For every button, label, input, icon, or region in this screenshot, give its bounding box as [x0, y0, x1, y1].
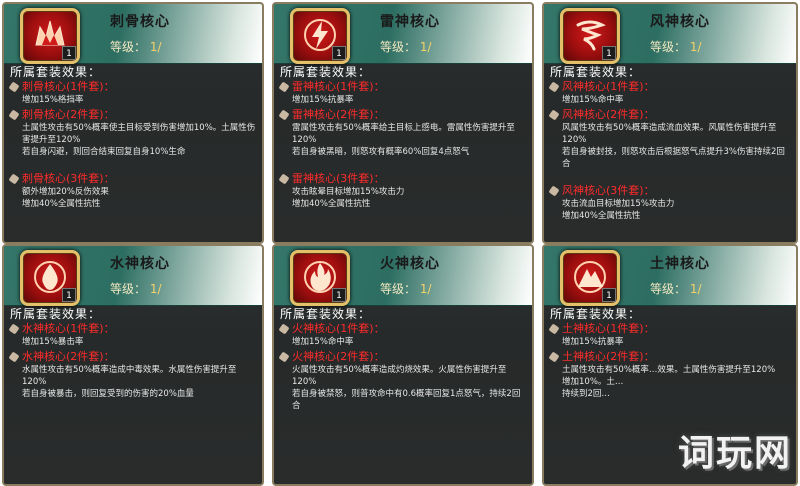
- core-name: 刺骨核心: [110, 14, 170, 30]
- set-desc: 增加15%格挡率: [22, 95, 84, 105]
- set-2: 土神核心(2件套)： 土属性攻击有50%概率…效果。土属性伤害提升至120% 增…: [550, 350, 792, 400]
- core-icon-button[interactable]: 1: [560, 250, 620, 306]
- core-name: 土神核心: [650, 256, 710, 272]
- set-desc: 额外增加20%反伤效果 增加40%全属性抗性: [22, 187, 109, 209]
- core-name: 火神核心: [380, 256, 440, 272]
- set-title: 雷神核心(1件套)：: [280, 80, 528, 94]
- set-title: 土神核心(2件套)：: [550, 350, 792, 364]
- set-title: 雷神核心(2件套)：: [280, 108, 528, 122]
- item-count-badge: 1: [602, 46, 616, 60]
- core-name: 风神核心: [650, 14, 710, 30]
- level-label: 等级：: [650, 40, 687, 54]
- level-row: 等级： 1/: [380, 280, 432, 297]
- set-2: 雷神核心(2件套)： 雷属性攻击有50%概率给主目标上感电。雷属性伤害提升至12…: [280, 108, 528, 158]
- set-effects: 所属套装效果： 火神核心(1件套)： 增加15%命中率 火神核心(2件套)： 火…: [280, 308, 528, 482]
- core-icon-button[interactable]: 1: [560, 8, 620, 64]
- level-value: 1/: [149, 40, 162, 54]
- section-title: 所属套装效果：: [280, 65, 372, 79]
- core-icon-button[interactable]: 1: [20, 250, 80, 306]
- item-count-badge: 1: [602, 288, 616, 302]
- section-title: 所属套装效果：: [550, 65, 642, 79]
- section-title: 所属套装效果：: [10, 65, 102, 79]
- set-title: 刺骨核心(2件套)：: [10, 108, 258, 122]
- set-desc: 火属性攻击有50%概率造成灼烧效果。火属性伤害提升至120% 若自身被禁怒，则普…: [292, 365, 521, 411]
- level-row: 等级： 1/: [650, 280, 702, 297]
- set-desc: 土属性攻击有50%概率…效果。土属性伤害提升至120% 增加10%。土… 持续到…: [562, 365, 776, 399]
- set-1: 土神核心(1件套)： 增加15%抗暴率: [550, 322, 792, 348]
- set-title: 风神核心(2件套)：: [550, 108, 792, 122]
- set-1: 火神核心(1件套)： 增加15%命中率: [280, 322, 528, 348]
- set-effects: 所属套装效果： 风神核心(1件套)： 增加15%命中率 风神核心(2件套)： 风…: [550, 66, 792, 240]
- section-title: 所属套装效果：: [550, 307, 642, 321]
- set-2: 刺骨核心(2件套)： 土属性攻击有50%概率使主目标受到伤害增加10%。土属性伤…: [10, 108, 258, 158]
- set-title: 水神核心(1件套)：: [10, 322, 258, 336]
- set-1: 雷神核心(1件套)： 增加15%抗暴率: [280, 80, 528, 106]
- set-desc: 风属性攻击有50%概率造成流血效果。风属性伤害提升至120% 若自身被封技，则怒…: [562, 123, 785, 169]
- set-desc: 土属性攻击有50%概率使主目标受到伤害增加10%。土属性伤害提升至120% 若自…: [22, 123, 256, 157]
- level-row: 等级： 1/: [650, 38, 702, 55]
- set-desc: 攻击眩晕目标增加15%攻击力 增加40%全属性抗性: [292, 187, 405, 209]
- set-2: 火神核心(2件套)： 火属性攻击有50%概率造成灼烧效果。火属性伤害提升至120…: [280, 350, 528, 412]
- set-effects: 所属套装效果： 刺骨核心(1件套)： 增加15%格挡率 刺骨核心(2件套)： 土…: [10, 66, 258, 240]
- set-desc: 水属性攻击有50%概率造成中毒效果。水属性伤害提升至120% 若自身被暴击，则回…: [22, 365, 237, 399]
- level-row: 等级： 1/: [110, 38, 162, 55]
- core-card-shuishen: 1 水神核心 等级： 1/ 所属套装效果： 水神核心(1件套)： 增加15%暴击…: [2, 244, 264, 486]
- set-desc: 雷属性攻击有50%概率给主目标上感电。雷属性伤害提升至120% 若自身被黑暗，则…: [292, 123, 515, 157]
- level-value: 1/: [149, 282, 162, 296]
- core-card-leishen: 1 雷神核心 等级： 1/ 所属套装效果： 雷神核心(1件套)： 增加15%抗暴…: [272, 2, 534, 244]
- set-effects: 所属套装效果： 水神核心(1件套)： 增加15%暴击率 水神核心(2件套)： 水…: [10, 308, 258, 482]
- set-title: 土神核心(1件套)：: [550, 322, 792, 336]
- set-1: 水神核心(1件套)： 增加15%暴击率: [10, 322, 258, 348]
- set-desc: 增加15%暴击率: [22, 337, 84, 347]
- set-desc: 增加15%命中率: [562, 95, 624, 105]
- set-title: 刺骨核心(1件套)：: [10, 80, 258, 94]
- level-label: 等级：: [110, 282, 147, 296]
- level-label: 等级：: [380, 40, 417, 54]
- core-icon-button[interactable]: 1: [20, 8, 80, 64]
- set-desc: 攻击流血目标增加15%攻击力 增加40%全属性抗性: [562, 199, 675, 221]
- set-1: 风神核心(1件套)： 增加15%命中率: [550, 80, 792, 106]
- core-name: 雷神核心: [380, 14, 440, 30]
- core-card-cigu: 1 刺骨核心 等级： 1/ 所属套装效果： 刺骨核心(1件套)： 增加15%格挡…: [2, 2, 264, 244]
- set-title: 风神核心(3件套)：: [550, 184, 792, 198]
- level-value: 1/: [419, 282, 432, 296]
- set-effects: 所属套装效果： 雷神核心(1件套)： 增加15%抗暴率 雷神核心(2件套)： 雷…: [280, 66, 528, 240]
- level-label: 等级：: [110, 40, 147, 54]
- level-label: 等级：: [650, 282, 687, 296]
- item-count-badge: 1: [332, 46, 346, 60]
- set-2: 水神核心(2件套)： 水属性攻击有50%概率造成中毒效果。水属性伤害提升至120…: [10, 350, 258, 400]
- level-row: 等级： 1/: [380, 38, 432, 55]
- level-label: 等级：: [380, 282, 417, 296]
- set-title: 刺骨核心(3件套)：: [10, 172, 258, 186]
- site-watermark: 词玩网: [677, 433, 792, 474]
- set-title: 雷神核心(3件套)：: [280, 172, 528, 186]
- section-title: 所属套装效果：: [280, 307, 372, 321]
- core-icon-button[interactable]: 1: [290, 250, 350, 306]
- item-count-badge: 1: [62, 288, 76, 302]
- core-icon-button[interactable]: 1: [290, 8, 350, 64]
- level-value: 1/: [419, 40, 432, 54]
- set-3: 风神核心(3件套)： 攻击流血目标增加15%攻击力 增加40%全属性抗性: [550, 184, 792, 222]
- core-card-huoshen: 1 火神核心 等级： 1/ 所属套装效果： 火神核心(1件套)： 增加15%命中…: [272, 244, 534, 486]
- set-2: 风神核心(2件套)： 风属性攻击有50%概率造成流血效果。风属性伤害提升至120…: [550, 108, 792, 170]
- set-desc: 增加15%命中率: [292, 337, 354, 347]
- set-desc: 增加15%抗暴率: [562, 337, 624, 347]
- set-3: 刺骨核心(3件套)： 额外增加20%反伤效果 增加40%全属性抗性: [10, 172, 258, 210]
- core-name: 水神核心: [110, 256, 170, 272]
- item-count-badge: 1: [62, 46, 76, 60]
- set-title: 火神核心(2件套)：: [280, 350, 528, 364]
- set-1: 刺骨核心(1件套)： 增加15%格挡率: [10, 80, 258, 106]
- level-row: 等级： 1/: [110, 280, 162, 297]
- section-title: 所属套装效果：: [10, 307, 102, 321]
- core-card-fengshen: 1 风神核心 等级： 1/ 所属套装效果： 风神核心(1件套)： 增加15%命中…: [542, 2, 798, 244]
- level-value: 1/: [689, 282, 702, 296]
- item-count-badge: 1: [332, 288, 346, 302]
- set-title: 水神核心(2件套)：: [10, 350, 258, 364]
- set-desc: 增加15%抗暴率: [292, 95, 354, 105]
- set-3: 雷神核心(3件套)： 攻击眩晕目标增加15%攻击力 增加40%全属性抗性: [280, 172, 528, 210]
- level-value: 1/: [689, 40, 702, 54]
- set-title: 火神核心(1件套)：: [280, 322, 528, 336]
- set-title: 风神核心(1件套)：: [550, 80, 792, 94]
